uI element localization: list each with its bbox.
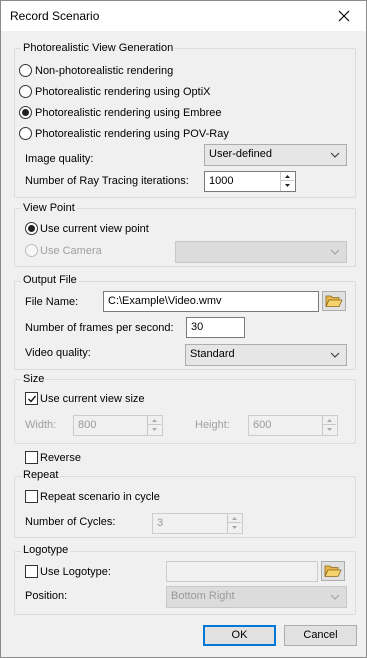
folder-open-icon bbox=[325, 295, 343, 307]
reverse-label[interactable]: Reverse bbox=[40, 451, 81, 465]
height-spin bbox=[322, 416, 336, 435]
cycles-value: 3 bbox=[157, 517, 164, 529]
width-up-button[interactable] bbox=[148, 416, 161, 425]
width-stepper[interactable]: 800 bbox=[73, 415, 163, 436]
output-file-group-label: Output File bbox=[21, 274, 79, 287]
width-value: 800 bbox=[78, 419, 97, 431]
width-label: Width: bbox=[25, 419, 57, 431]
arrow-down-icon bbox=[327, 428, 332, 431]
file-name-input[interactable]: C:\Example\Video.wmv bbox=[103, 291, 319, 312]
photorealistic-group-label: Photorealistic View Generation bbox=[21, 42, 176, 55]
position-select[interactable]: Bottom Right bbox=[166, 586, 347, 608]
cycles-up-button[interactable] bbox=[228, 514, 241, 523]
ok-button[interactable]: OK bbox=[203, 625, 276, 646]
iterations-stepper[interactable]: 1000 bbox=[204, 171, 296, 192]
radio-use-camera[interactable] bbox=[25, 244, 38, 257]
checkmark-icon bbox=[28, 395, 37, 403]
cycles-label: Number of Cycles: bbox=[25, 516, 116, 528]
logotype-group-label: Logotype bbox=[21, 544, 71, 557]
video-quality-select[interactable]: Standard bbox=[185, 344, 347, 366]
use-logotype-checkbox[interactable] bbox=[25, 565, 38, 578]
width-spin bbox=[147, 416, 161, 435]
fps-label: Number of frames per second: bbox=[25, 322, 174, 334]
browse-file-button[interactable] bbox=[322, 291, 346, 311]
arrow-up-icon bbox=[327, 419, 332, 422]
repeat-cycle-label[interactable]: Repeat scenario in cycle bbox=[40, 490, 160, 504]
cancel-button[interactable]: Cancel bbox=[284, 625, 357, 646]
arrow-up-icon bbox=[285, 175, 290, 178]
position-value: Bottom Right bbox=[171, 590, 235, 602]
radio-optix[interactable] bbox=[19, 85, 32, 98]
radio-non-photorealistic-label[interactable]: Non-photorealistic rendering bbox=[35, 64, 173, 78]
height-up-button[interactable] bbox=[323, 416, 336, 425]
file-name-label: File Name: bbox=[25, 296, 79, 308]
arrow-down-icon bbox=[285, 184, 290, 187]
cycles-stepper[interactable]: 3 bbox=[152, 513, 243, 534]
image-quality-select[interactable]: User-defined bbox=[204, 144, 347, 166]
height-down-button[interactable] bbox=[323, 425, 336, 434]
chevron-down-icon bbox=[330, 152, 340, 158]
video-quality-value: Standard bbox=[190, 348, 235, 360]
position-label: Position: bbox=[25, 590, 68, 602]
radio-use-current-view[interactable] bbox=[25, 222, 38, 235]
chevron-down-icon bbox=[330, 249, 340, 255]
height-value: 600 bbox=[253, 419, 272, 431]
close-button[interactable] bbox=[322, 1, 366, 31]
size-group-label: Size bbox=[21, 373, 47, 386]
repeat-cycle-checkbox[interactable] bbox=[25, 490, 38, 503]
close-icon bbox=[338, 10, 350, 22]
radio-optix-label[interactable]: Photorealistic rendering using OptiX bbox=[35, 85, 210, 99]
browse-logotype-button[interactable] bbox=[321, 561, 345, 581]
radio-povray-label[interactable]: Photorealistic rendering using POV-Ray bbox=[35, 127, 229, 141]
viewpoint-group-label: View Point bbox=[21, 202, 77, 215]
iterations-up-button[interactable] bbox=[281, 172, 294, 181]
arrow-up-icon bbox=[232, 517, 237, 520]
iterations-down-button[interactable] bbox=[281, 181, 294, 190]
window-title: Record Scenario bbox=[10, 9, 100, 23]
fps-input[interactable]: 30 bbox=[186, 317, 245, 338]
chevron-down-icon bbox=[330, 594, 340, 600]
arrow-down-icon bbox=[232, 526, 237, 529]
record-scenario-dialog: Record Scenario Photorealistic View Gene… bbox=[0, 0, 367, 658]
fps-value: 30 bbox=[191, 321, 204, 333]
height-label: Height: bbox=[195, 419, 230, 431]
image-quality-label: Image quality: bbox=[25, 153, 94, 165]
radio-povray[interactable] bbox=[19, 127, 32, 140]
iterations-value: 1000 bbox=[209, 175, 234, 187]
width-down-button[interactable] bbox=[148, 425, 161, 434]
cycles-spin bbox=[227, 514, 241, 533]
logotype-path-input[interactable] bbox=[166, 561, 318, 582]
iterations-spin bbox=[280, 172, 294, 191]
arrow-down-icon bbox=[152, 428, 157, 431]
file-name-value: C:\Example\Video.wmv bbox=[108, 295, 222, 307]
use-current-size-label[interactable]: Use current view size bbox=[40, 392, 145, 406]
title-bar: Record Scenario bbox=[1, 1, 366, 31]
repeat-group-label: Repeat bbox=[21, 469, 61, 482]
radio-use-camera-label[interactable]: Use Camera bbox=[40, 244, 102, 258]
cycles-down-button[interactable] bbox=[228, 523, 241, 532]
radio-embree[interactable] bbox=[19, 106, 32, 119]
reverse-checkbox[interactable] bbox=[25, 451, 38, 464]
radio-non-photorealistic[interactable] bbox=[19, 64, 32, 77]
radio-use-current-view-label[interactable]: Use current view point bbox=[40, 222, 149, 236]
use-logotype-label[interactable]: Use Logotype: bbox=[40, 565, 111, 579]
height-stepper[interactable]: 600 bbox=[248, 415, 338, 436]
camera-select[interactable] bbox=[175, 241, 347, 263]
video-quality-label: Video quality: bbox=[25, 347, 91, 359]
folder-open-icon bbox=[324, 565, 342, 577]
image-quality-value: User-defined bbox=[209, 148, 272, 160]
arrow-up-icon bbox=[152, 419, 157, 422]
use-current-size-checkbox[interactable] bbox=[25, 392, 38, 405]
radio-embree-label[interactable]: Photorealistic rendering using Embree bbox=[35, 106, 222, 120]
chevron-down-icon bbox=[330, 352, 340, 358]
iterations-label: Number of Ray Tracing iterations: bbox=[25, 175, 189, 187]
